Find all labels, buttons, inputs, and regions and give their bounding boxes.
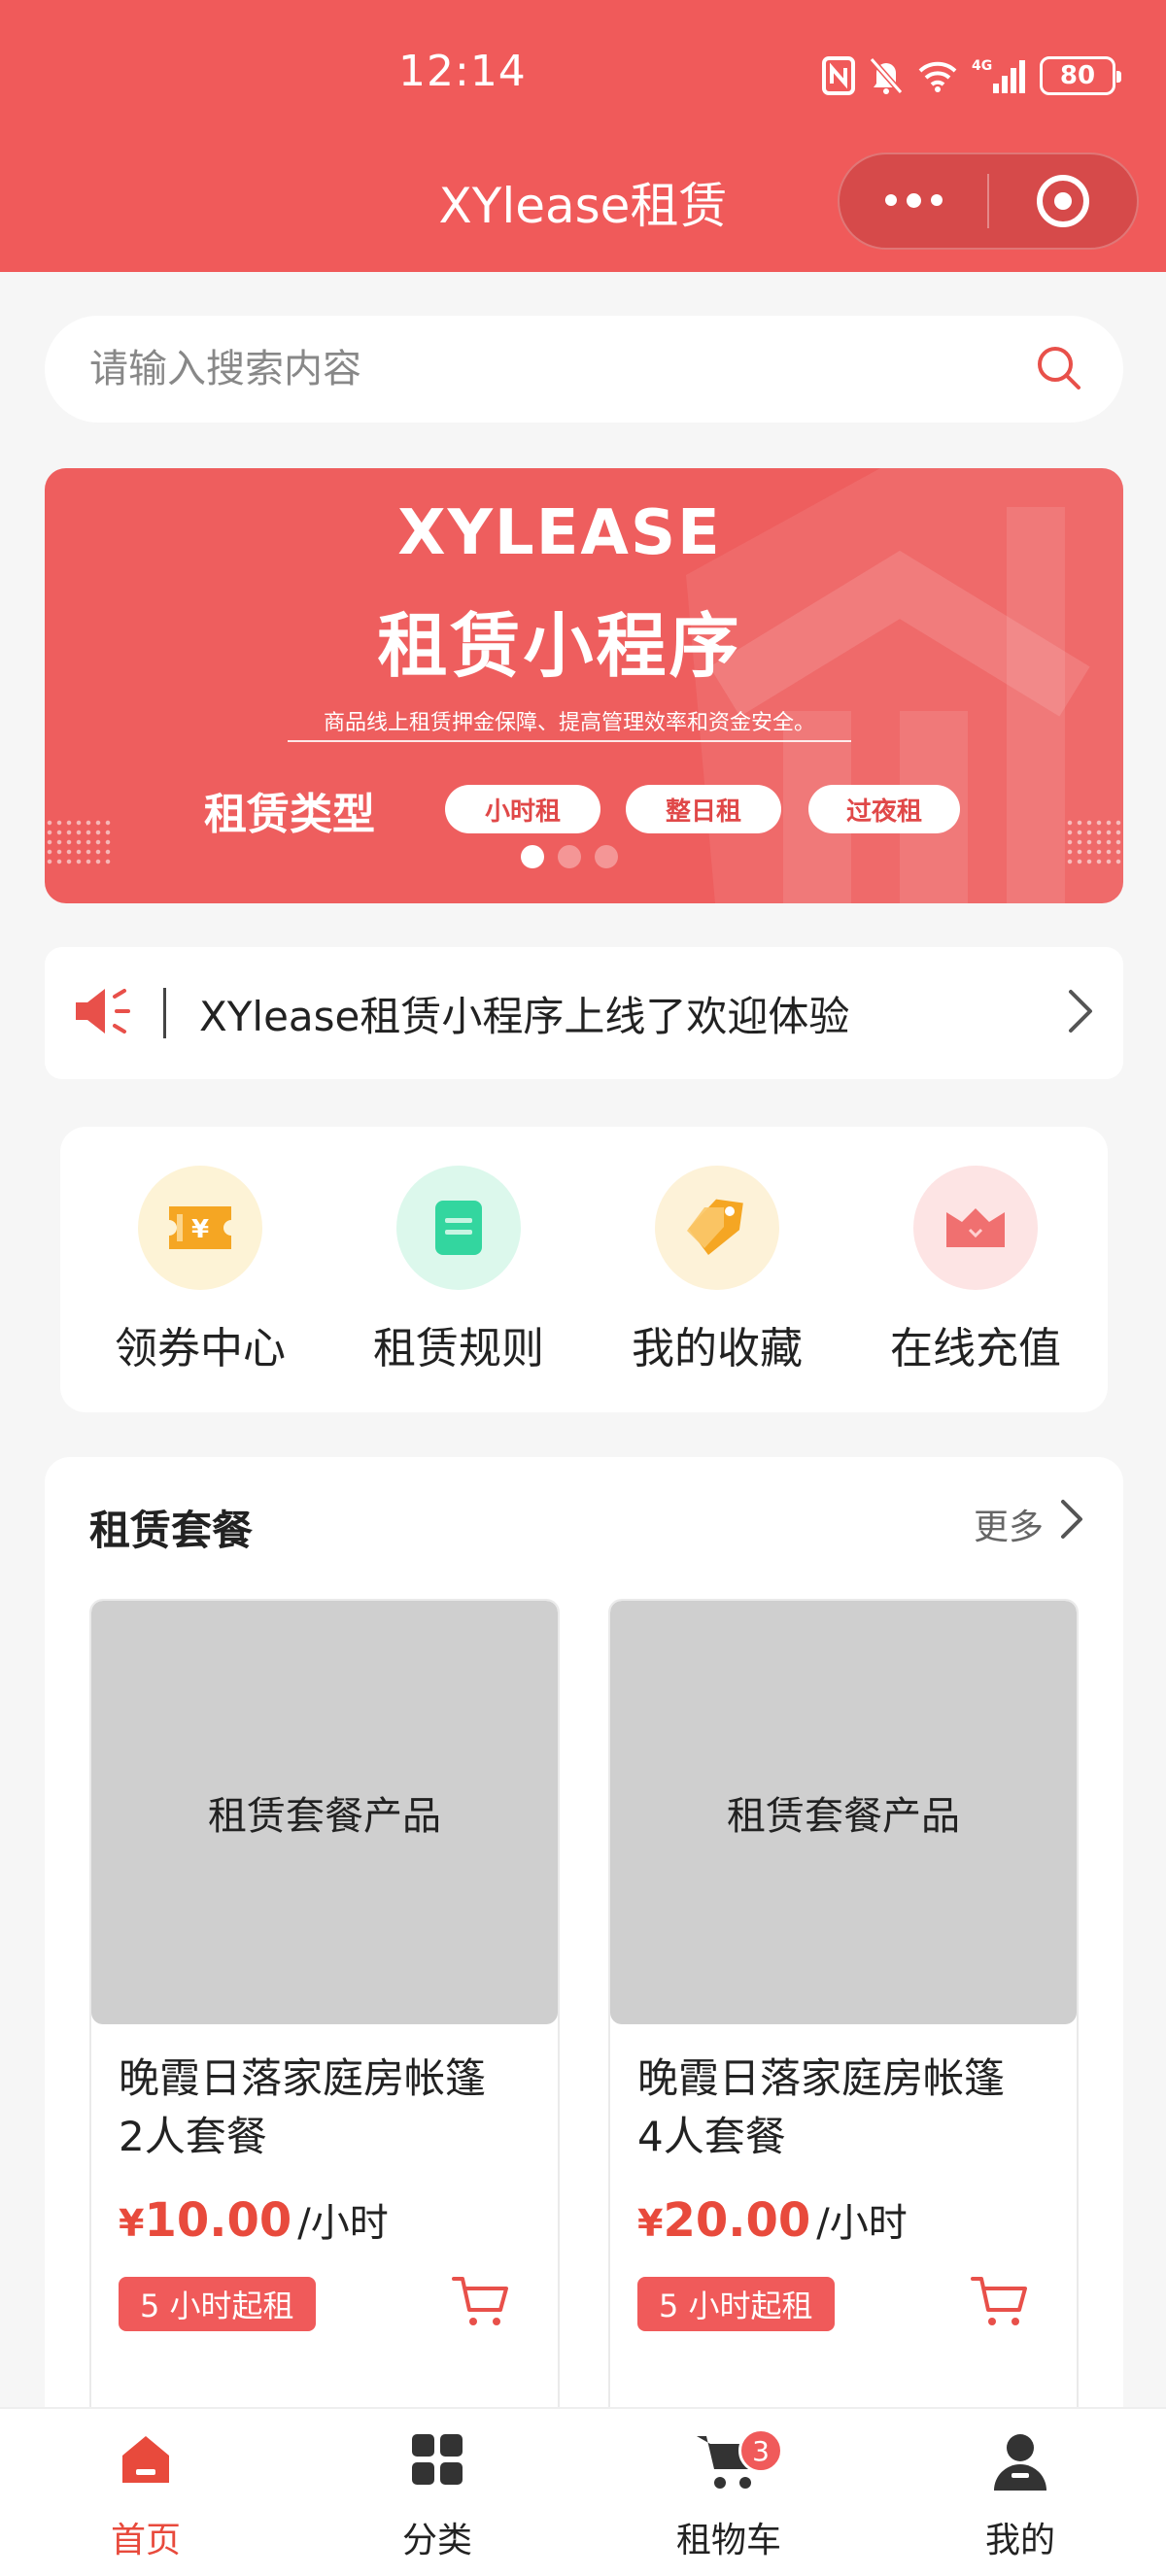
- banner-subtitle: 商品线上租赁押金保障、提高管理效率和资金安全。: [288, 705, 851, 742]
- quick-entry-coupons[interactable]: ¥ 领券中心: [93, 1166, 307, 1379]
- search-bar: [45, 316, 1123, 423]
- price-unit: /小时: [816, 2201, 908, 2246]
- home-icon: [0, 2430, 292, 2506]
- quick-entry-recharge[interactable]: 在线充值: [869, 1166, 1082, 1379]
- section-title: 租赁套餐: [89, 1507, 254, 1554]
- tab-profile[interactable]: 我的: [874, 2409, 1166, 2576]
- dot-pattern-left: [45, 818, 113, 866]
- tab-category[interactable]: 分类: [292, 2409, 583, 2576]
- product-name: 晚霞日落家庭房帐篷 4人套餐: [610, 2024, 1077, 2170]
- banner-title-cn: 租赁小程序: [377, 605, 742, 687]
- status-time: 12:14: [398, 47, 527, 96]
- tab-label: 我的: [984, 2521, 1055, 2560]
- recharge-icon: [913, 1166, 1038, 1290]
- tab-label: 租物车: [675, 2521, 781, 2560]
- battery-icon: 80: [1040, 56, 1121, 95]
- product-image-placeholder[interactable]: 租赁套餐产品: [91, 1601, 558, 2024]
- product-name-line: 2人套餐: [119, 2113, 267, 2160]
- quick-entry-favorites[interactable]: 我的收藏: [610, 1166, 824, 1379]
- more-dots-icon: [884, 192, 943, 208]
- promo-banner[interactable]: XYLEASE 租赁小程序 商品线上租赁押金保障、提高管理效率和资金安全。 租赁…: [45, 468, 1123, 903]
- svg-text:4G: 4G: [972, 58, 992, 74]
- product-name: 晚霞日落家庭房帐篷 2人套餐: [91, 2024, 558, 2170]
- product-name-line: 4人套餐: [637, 2113, 786, 2160]
- price-currency: ¥: [637, 2202, 664, 2245]
- type-pill-hourly: 小时租: [445, 785, 600, 833]
- quick-entry-label: 租赁规则: [373, 1324, 544, 1373]
- more-link[interactable]: 更多: [974, 1496, 1086, 1551]
- product-image-placeholder[interactable]: 租赁套餐产品: [610, 1601, 1077, 2024]
- quick-entry-rules[interactable]: 租赁规则: [352, 1166, 566, 1379]
- mini-program-capsule: [838, 153, 1139, 250]
- type-pill-overnight: 过夜租: [808, 785, 960, 833]
- product-price: ¥ 10.00 /小时: [91, 2170, 558, 2248]
- package-card[interactable]: 租赁套餐产品 晚霞日落家庭房帐篷 4人套餐 ¥ 20.00 /小时 5 小时起租: [608, 1599, 1079, 2473]
- nfc-icon: [822, 56, 855, 95]
- banner-type-label: 租赁类型: [204, 790, 375, 839]
- carousel-indicator: [521, 845, 618, 868]
- type-pill-daily: 整日租: [626, 785, 781, 833]
- tab-label: 分类: [401, 2521, 472, 2560]
- min-hours-tag: 5 小时起租: [637, 2277, 835, 2331]
- bottom-tab-bar: 首页 分类 租物车 3 我的: [0, 2407, 1166, 2576]
- notice-divider: [163, 988, 166, 1038]
- top-bar: 12:14 4G 80 XYlease租赁: [0, 0, 1166, 272]
- search-input[interactable]: [89, 347, 1034, 391]
- notice-text: XYlease租赁小程序上线了欢迎体验: [199, 992, 850, 1040]
- price-currency: ¥: [119, 2202, 145, 2245]
- carousel-dot[interactable]: [558, 845, 581, 868]
- more-label: 更多: [973, 1507, 1044, 1547]
- speaker-icon: [72, 981, 132, 1045]
- product-price: ¥ 20.00 /小时: [610, 2170, 1077, 2248]
- tag-icon: [655, 1166, 779, 1290]
- svg-text:¥: ¥: [191, 1215, 209, 1244]
- tab-label: 首页: [110, 2521, 181, 2560]
- price-value: 20.00: [663, 2193, 811, 2248]
- carousel-dot[interactable]: [595, 845, 618, 868]
- coupon-icon: ¥: [138, 1166, 262, 1290]
- tab-cart[interactable]: 租物车: [583, 2409, 874, 2576]
- search-icon[interactable]: [1034, 343, 1082, 395]
- signal-4g-icon: 4G: [972, 56, 1026, 95]
- quick-entry-panel: ¥ 领券中心 租赁规则 我的收藏 在线充值: [60, 1127, 1108, 1412]
- quick-entry-label: 我的收藏: [632, 1324, 803, 1373]
- quick-entry-label: 领券中心: [115, 1324, 286, 1373]
- product-name-line: 晚霞日落家庭房帐篷: [119, 2054, 487, 2102]
- category-icon: [292, 2430, 583, 2506]
- package-section: 租赁套餐 更多 租赁套餐产品 晚霞日落家庭房帐篷 2人套餐 ¥ 10.00 /小…: [45, 1457, 1123, 2473]
- bell-muted-icon: [869, 56, 904, 95]
- target-icon: [1036, 175, 1089, 227]
- user-icon: [874, 2430, 1166, 2506]
- add-to-cart-icon[interactable]: [451, 2273, 509, 2333]
- cart-count-badge: 3: [738, 2428, 783, 2473]
- price-unit: /小时: [297, 2201, 389, 2246]
- cart-icon: [583, 2430, 874, 2506]
- dot-pattern-right: [1065, 818, 1123, 866]
- close-program-button[interactable]: [989, 154, 1137, 248]
- tab-home[interactable]: 首页: [0, 2409, 292, 2576]
- chevron-right-icon[interactable]: [1063, 986, 1096, 1040]
- more-button[interactable]: [840, 154, 987, 248]
- card-footer: 5 小时起租: [610, 2248, 1077, 2331]
- add-to-cart-icon[interactable]: [970, 2273, 1028, 2333]
- carousel-dot[interactable]: [521, 845, 544, 868]
- package-card[interactable]: 租赁套餐产品 晚霞日落家庭房帐篷 2人套餐 ¥ 10.00 /小时 5 小时起租: [89, 1599, 560, 2473]
- quick-entry-label: 在线充值: [890, 1324, 1061, 1373]
- status-icons: 4G 80: [822, 54, 1121, 97]
- notice-bar[interactable]: XYlease租赁小程序上线了欢迎体验: [45, 947, 1123, 1079]
- chevron-right-icon: [1057, 1496, 1086, 1551]
- wifi-icon: [917, 59, 958, 92]
- banner-title-en: XYLEASE: [397, 497, 722, 569]
- min-hours-tag: 5 小时起租: [119, 2277, 316, 2331]
- product-name-line: 晚霞日落家庭房帐篷: [637, 2054, 1006, 2102]
- card-footer: 5 小时起租: [91, 2248, 558, 2331]
- price-value: 10.00: [144, 2193, 292, 2248]
- rules-icon: [396, 1166, 521, 1290]
